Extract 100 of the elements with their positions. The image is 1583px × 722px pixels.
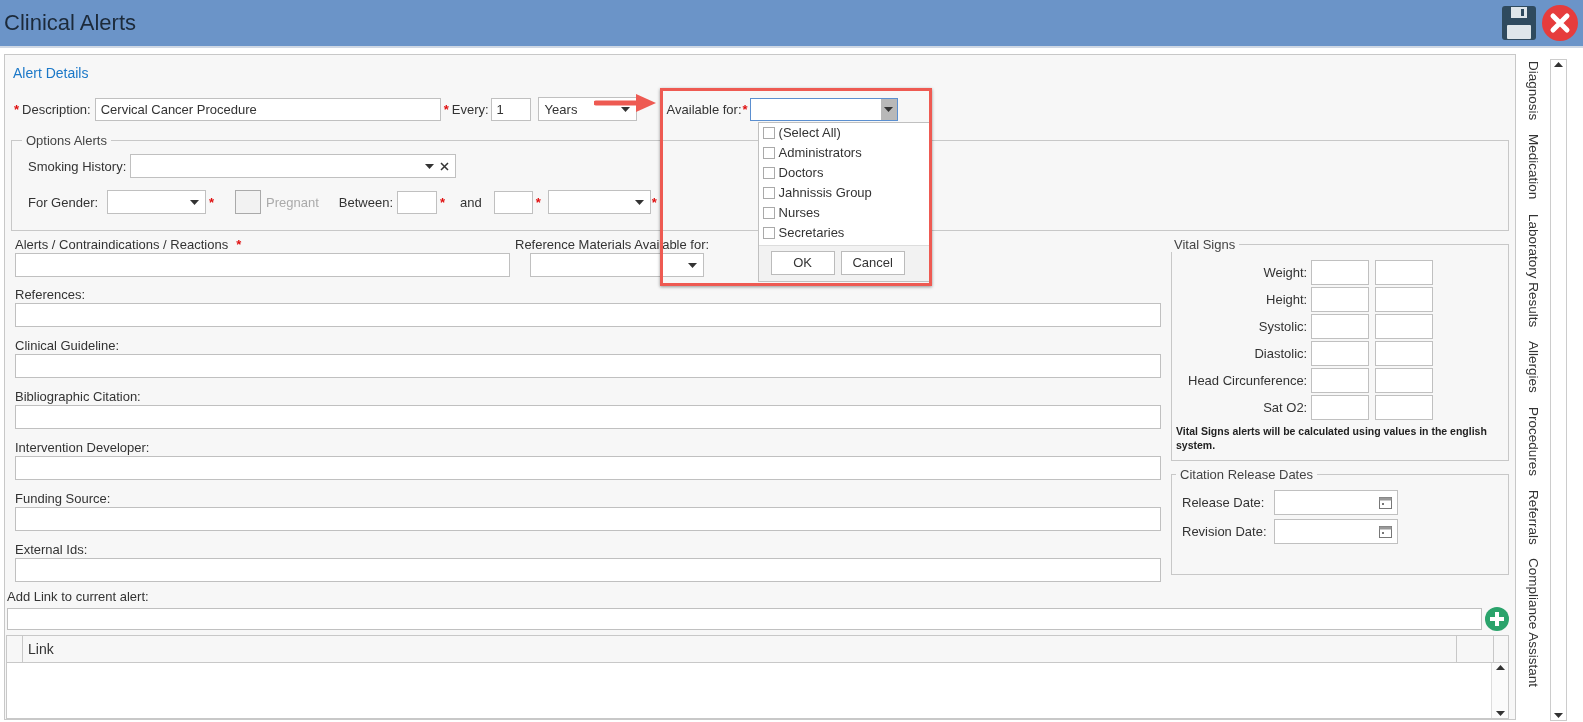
text-field[interactable] — [15, 507, 1161, 531]
alerts-field[interactable] — [15, 253, 510, 277]
scrollbar[interactable] — [1491, 663, 1508, 718]
group-title: Citation Release Dates — [1179, 467, 1314, 482]
field-label: Sat O2: — [1262, 400, 1308, 415]
caret-icon — [688, 262, 697, 268]
window-title: Clinical Alerts — [4, 10, 138, 36]
required-asterisk: * — [209, 194, 215, 210]
side-tab[interactable]: Allergies — [1525, 333, 1541, 400]
text-field[interactable] — [15, 456, 1161, 480]
required-asterisk: * — [236, 237, 242, 252]
text-field[interactable] — [1311, 260, 1370, 285]
field-label: Between: — [338, 194, 394, 210]
option-label[interactable]: Secretaries — [778, 225, 845, 240]
calendar-icon[interactable] — [1379, 496, 1392, 509]
close-icon[interactable] — [1541, 4, 1579, 42]
age-to-field[interactable] — [493, 190, 533, 214]
field-label: Intervention Developer: — [15, 440, 150, 455]
field-label: External Ids: — [15, 542, 88, 557]
text-field[interactable] — [1311, 287, 1370, 312]
text-field[interactable] — [1311, 395, 1370, 420]
text-field[interactable] — [1311, 314, 1370, 339]
text-field[interactable] — [1375, 314, 1434, 339]
caret-icon — [1495, 711, 1505, 716]
text-field[interactable] — [15, 405, 1161, 429]
field-label: Smoking History: — [28, 158, 127, 174]
option-label[interactable]: Jahnissis Group — [778, 185, 872, 200]
clear-icon[interactable] — [440, 161, 450, 171]
field-label: Head Circunference: — [1188, 373, 1308, 388]
checkbox-label: Pregnant — [266, 194, 319, 210]
text-field[interactable] — [1375, 341, 1434, 366]
caret-icon — [884, 106, 894, 112]
required-asterisk: * — [443, 101, 449, 117]
date-field[interactable] — [1274, 519, 1398, 544]
unit-dropdown[interactable]: Years — [537, 97, 637, 121]
text-field[interactable] — [15, 354, 1161, 378]
ok-button[interactable]: OK — [770, 250, 835, 275]
field-label: Systolic: — [1257, 319, 1308, 334]
cancel-button[interactable]: Cancel — [840, 250, 905, 275]
description-field[interactable]: Cervical Cancer Procedure — [94, 97, 441, 121]
text-field[interactable] — [1375, 368, 1434, 393]
text-field[interactable] — [15, 558, 1161, 582]
option-label[interactable]: Administrators — [778, 145, 862, 160]
field-label: Height: — [1265, 292, 1308, 307]
gender-dropdown[interactable] — [107, 190, 206, 214]
checkbox[interactable] — [762, 126, 775, 139]
field-label: Funding Source: — [15, 491, 111, 506]
checkbox[interactable] — [762, 226, 775, 239]
field-label: Bibliographic Citation: — [15, 389, 141, 404]
caret-icon — [634, 199, 644, 205]
field-label: Release Date: — [1182, 495, 1266, 510]
available-for-dropdown[interactable] — [749, 97, 898, 121]
side-tab[interactable]: Compliance Assistant — [1525, 551, 1541, 695]
checkbox[interactable] — [762, 206, 775, 219]
note-text: Vital Signs alerts will be calculated using values in the english system. — [1176, 424, 1488, 452]
calendar-icon[interactable] — [1379, 525, 1392, 538]
option-label[interactable]: (Select All) — [778, 125, 841, 140]
required-asterisk: * — [440, 194, 446, 210]
checkbox[interactable] — [762, 186, 775, 199]
side-tab[interactable]: Referrals — [1525, 482, 1541, 552]
add-icon[interactable] — [1485, 607, 1509, 631]
field-label: Available for: — [666, 101, 742, 117]
reference-materials-dropdown[interactable] — [530, 253, 704, 277]
text-field[interactable] — [1311, 368, 1370, 393]
side-tab[interactable]: Procedures — [1525, 399, 1541, 483]
side-tab[interactable]: Diagnosis — [1525, 54, 1541, 128]
text-field[interactable] — [1375, 287, 1434, 312]
date-field[interactable] — [1274, 490, 1398, 515]
required-asterisk: * — [535, 194, 541, 210]
field-label: and — [460, 194, 482, 210]
option-label[interactable]: Nurses — [778, 205, 820, 220]
group-title: Vital Signs — [1173, 237, 1237, 252]
interval-field[interactable]: 1 — [490, 97, 531, 121]
side-tab[interactable]: Medication — [1525, 127, 1541, 207]
link-field[interactable] — [7, 608, 1482, 630]
text-field[interactable] — [1375, 260, 1434, 285]
field-label: Alerts / Contraindications / Reactions — [15, 237, 229, 252]
caret-icon — [1554, 62, 1563, 67]
field-label: Add Link to current alert: — [7, 589, 149, 604]
save-icon[interactable] — [1501, 5, 1537, 41]
side-tab[interactable]: Laboratory Results — [1525, 206, 1541, 334]
checkbox[interactable] — [762, 166, 775, 179]
age-from-field[interactable] — [397, 190, 438, 214]
scrollbar[interactable] — [1550, 59, 1567, 721]
field-label: Description: — [22, 101, 91, 117]
arrow-icon — [593, 91, 658, 114]
text-field[interactable] — [15, 303, 1161, 327]
caret-icon — [1495, 665, 1505, 670]
option-label[interactable]: Doctors — [778, 165, 824, 180]
field-label: Clinical Guideline: — [15, 338, 120, 353]
caret-icon — [620, 106, 630, 112]
required-asterisk: * — [651, 194, 657, 210]
field-label: References: — [15, 287, 86, 302]
age-unit-dropdown[interactable] — [547, 190, 651, 214]
text-field[interactable] — [1311, 341, 1370, 366]
text-field[interactable] — [1375, 395, 1434, 420]
caret-icon — [425, 163, 435, 169]
group-title: Options Alerts — [25, 133, 108, 148]
checkbox[interactable] — [762, 146, 775, 159]
field-label: Every: — [451, 101, 489, 117]
